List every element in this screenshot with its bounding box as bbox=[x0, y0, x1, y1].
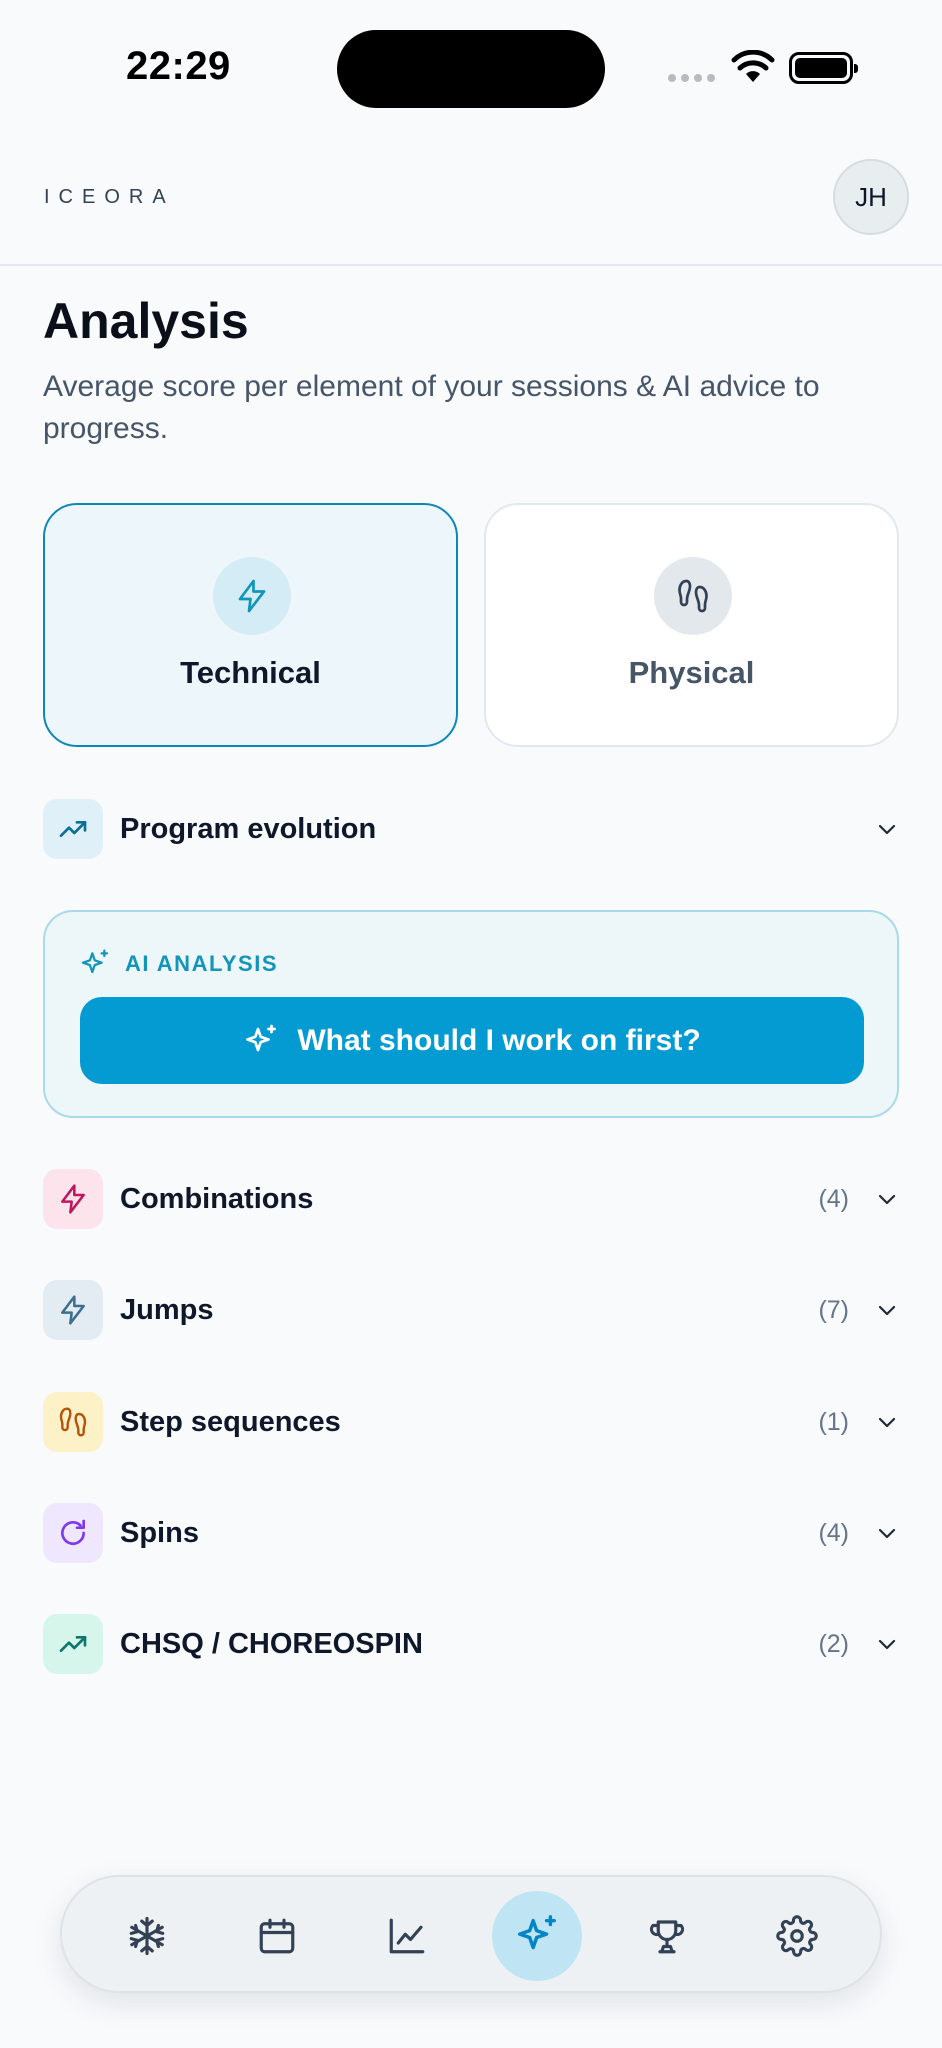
bolt-icon bbox=[43, 1280, 103, 1340]
chevron-down-icon bbox=[875, 1632, 899, 1656]
page-title: Analysis bbox=[43, 293, 249, 349]
bolt-icon bbox=[43, 1169, 103, 1229]
status-time: 22:29 bbox=[126, 44, 231, 88]
section-row-jumps[interactable]: Jumps (7) bbox=[43, 1279, 899, 1341]
nav-item-trophies[interactable] bbox=[622, 1891, 712, 1981]
chevron-down-icon bbox=[875, 817, 899, 841]
footprints-icon bbox=[43, 1392, 103, 1452]
chevron-down-icon bbox=[875, 1521, 899, 1545]
mode-card-technical[interactable]: Technical bbox=[43, 503, 458, 747]
section-row-spins[interactable]: Spins (4) bbox=[43, 1502, 899, 1564]
avatar[interactable]: JH bbox=[833, 159, 909, 235]
nav-item-stats[interactable] bbox=[362, 1891, 452, 1981]
sparkles-icon bbox=[81, 949, 109, 974]
trend-up-icon bbox=[43, 1614, 103, 1674]
chevron-down-icon bbox=[875, 1187, 899, 1211]
ai-analysis-card: AI ANALYSIS What should I work on first? bbox=[43, 910, 899, 1118]
snowflake-icon bbox=[129, 1916, 165, 1956]
mode-card-label: Technical bbox=[180, 655, 321, 690]
rotate-icon bbox=[43, 1503, 103, 1563]
mode-card-label: Physical bbox=[628, 655, 755, 690]
trend-up-icon bbox=[43, 799, 103, 859]
section-count: (4) bbox=[818, 1518, 849, 1547]
status-bar: 22:29 bbox=[0, 0, 942, 140]
mode-card-physical[interactable]: Physical bbox=[484, 503, 899, 747]
section-row-combinations[interactable]: Combinations (4) bbox=[43, 1168, 899, 1230]
ask-ai-button-label: What should I work on first? bbox=[297, 1023, 701, 1057]
ai-analysis-header: AI ANALYSIS bbox=[79, 948, 278, 980]
gear-icon bbox=[776, 1915, 818, 1957]
chart-icon bbox=[389, 1918, 425, 1954]
program-evolution-label: Program evolution bbox=[120, 812, 377, 845]
ai-analysis-label: AI ANALYSIS bbox=[125, 951, 279, 976]
sparkles-icon bbox=[243, 1023, 279, 1059]
chevron-down-icon bbox=[875, 1298, 899, 1322]
section-label: Jumps bbox=[120, 1293, 214, 1326]
battery-icon bbox=[789, 52, 858, 84]
section-count: (1) bbox=[818, 1407, 849, 1436]
analysis-screen: 22:29 ICEORA JH Analysis Average score p… bbox=[0, 0, 942, 2048]
avatar-initials: JH bbox=[855, 181, 887, 212]
nav-item-settings[interactable] bbox=[752, 1891, 842, 1981]
section-count: (4) bbox=[818, 1184, 849, 1213]
bolt-icon bbox=[213, 557, 291, 635]
dynamic-island bbox=[337, 30, 605, 108]
section-count: (7) bbox=[818, 1295, 849, 1324]
app-logo: ICEORA bbox=[44, 186, 175, 208]
section-label: Spins bbox=[120, 1516, 199, 1549]
chevron-down-icon bbox=[875, 1410, 899, 1434]
cellular-signal-icon bbox=[668, 74, 715, 82]
section-label: CHSQ / CHOREOSPIN bbox=[120, 1627, 423, 1660]
section-label: Step sequences bbox=[120, 1405, 341, 1438]
section-row-chsq-choreospin[interactable]: CHSQ / CHOREOSPIN (2) bbox=[43, 1613, 899, 1675]
section-label: Combinations bbox=[120, 1182, 314, 1215]
sparkles-icon bbox=[518, 1915, 556, 1950]
footprints-icon bbox=[654, 557, 732, 635]
nav-item-home[interactable] bbox=[102, 1891, 192, 1981]
calendar-icon bbox=[259, 1918, 295, 1954]
nav-item-calendar[interactable] bbox=[232, 1891, 322, 1981]
section-count: (2) bbox=[818, 1629, 849, 1658]
wifi-icon bbox=[731, 50, 775, 82]
section-row-step-sequences[interactable]: Step sequences (1) bbox=[43, 1391, 899, 1453]
page-subtitle: Average score per element of your sessio… bbox=[43, 370, 820, 445]
nav-item-analysis[interactable] bbox=[492, 1891, 582, 1981]
ask-ai-button[interactable]: What should I work on first? bbox=[80, 997, 864, 1084]
trophy-icon bbox=[649, 1920, 685, 1954]
program-evolution-row[interactable]: Program evolution bbox=[43, 798, 899, 860]
app-header: ICEORA JH bbox=[0, 140, 942, 266]
bottom-nav bbox=[60, 1875, 882, 1993]
